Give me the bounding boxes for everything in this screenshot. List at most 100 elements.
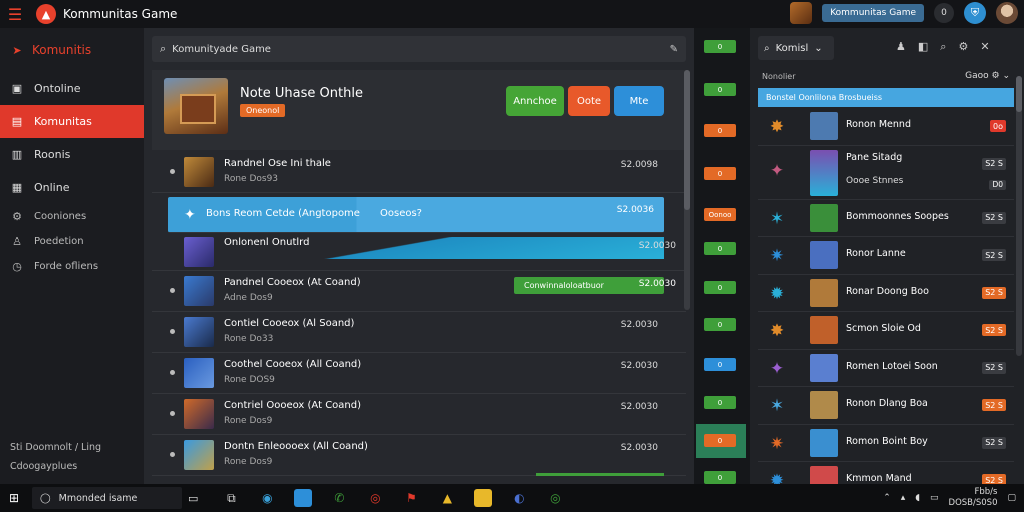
list-item[interactable]: Contiel Cooeox (Al Soand) Rone Do33 S2.0… [152, 312, 686, 353]
sidebar-item-label: Online [34, 181, 70, 194]
user-avatar[interactable] [996, 2, 1018, 24]
sidebar-item-roonis[interactable]: ▥ Roonis [0, 138, 144, 171]
strip-badge[interactable]: 0 [704, 318, 736, 331]
strip-badge[interactable]: 0 [704, 242, 736, 255]
main-scrollbar-thumb[interactable] [684, 70, 690, 210]
clock[interactable]: Fbb/s DOSB/S0S0 [949, 487, 998, 509]
item-badge: S2 S [982, 211, 1006, 224]
right-header-sort[interactable]: Gaoo ⚙ ⌄ [965, 71, 1010, 81]
settings-icon[interactable]: ⚙ [958, 40, 968, 54]
search-bar[interactable]: ⌕ Komunityade Game ✎ [152, 36, 686, 62]
list-item[interactable]: Onlonenl Onutlrd S2.0030 [152, 235, 686, 271]
chrome-icon[interactable]: ◎ [366, 489, 384, 507]
shield-icon[interactable]: ⛨ [964, 2, 986, 24]
item-name: Contriel Oooeox (At Coand) [224, 400, 362, 411]
list-item[interactable]: Contriel Oooeox (At Coand) Rone Dos9 S2.… [152, 394, 686, 435]
widgets-icon[interactable]: ⧉ [222, 489, 240, 507]
search-input[interactable]: Komunityade Game [172, 44, 663, 55]
notification-icon[interactable]: ▢ [1007, 493, 1016, 503]
browser-icon[interactable]: ◉ [258, 489, 276, 507]
right-banner[interactable]: Bonstel Oonlilona Brosbueiss [758, 88, 1014, 107]
store-icon[interactable] [294, 489, 313, 507]
list-item[interactable]: Coothel Cooeox (All Coand) Rone DOS9 S2.… [152, 353, 686, 394]
chevron-down-icon: ⌄ [814, 42, 823, 54]
strip-badge[interactable]: 0 [704, 281, 736, 294]
network-icon[interactable]: ▴ [901, 493, 906, 503]
taskbar-search[interactable]: ◯ Mmonded isame [32, 487, 182, 509]
sidebar-item-label: Roonis [34, 148, 71, 161]
battery-icon[interactable]: ▭ [930, 493, 939, 503]
right-scrollbar[interactable] [1016, 76, 1022, 356]
sidebar-item-online[interactable]: ▦ Online [0, 171, 144, 204]
list-item[interactable]: ✶ Ronon Dlang Boa S2 S [758, 387, 1014, 425]
list-item[interactable]: ✷ Romon Boint Boy S2 S [758, 425, 1014, 462]
pen-icon[interactable]: ✎ [670, 44, 678, 55]
taskbar-apps: ⧉ ◉ ✆ ◎ ⚑ ▲ ◐ ◎ [222, 489, 564, 507]
item-name: Romon Boint Boy [846, 435, 928, 447]
strip-badge[interactable]: 0 [704, 83, 736, 96]
clock-icon: ◷ [12, 260, 22, 273]
list-item[interactable]: ✶ Bommoonnes Soopes S2 S [758, 200, 1014, 237]
item-name: Randnel Ose Ini thale [224, 158, 331, 169]
list-item[interactable]: ✦ Romen Lotoei Soon S2 S [758, 350, 1014, 387]
hamburger-menu-icon[interactable]: ☰ [0, 0, 30, 28]
sidebar-item-ontoline[interactable]: ▣ Ontoline [0, 72, 144, 105]
folder-icon[interactable] [474, 489, 493, 507]
list-item[interactable]: Pandnel Cooeox (At Coand) Adne Dos9 Conw… [152, 271, 686, 312]
close-icon[interactable]: ✕ [980, 40, 989, 54]
sidebar-item-forde-ofliens[interactable]: ◷ Forde ofliens [0, 254, 144, 279]
phone-icon[interactable]: ✆ [330, 489, 348, 507]
list-item[interactable]: ✷ Ronor Lanne S2 S [758, 237, 1014, 275]
taskbar-search-input[interactable]: Mmonded isame [59, 493, 138, 504]
list-item[interactable]: ✸ Scmon Sloie Od S2 S [758, 312, 1014, 350]
photos-icon[interactable]: ▲ [438, 489, 456, 507]
sidebar-item-poedetion[interactable]: ♙ Poedetion [0, 229, 144, 254]
blue-action-button[interactable]: Mte [614, 86, 664, 116]
game-avatar[interactable] [790, 2, 813, 24]
list-item[interactable]: ✹ Ronar Doong Boo S2 S [758, 275, 1014, 312]
windows-start-icon[interactable]: ⊞ [0, 484, 28, 512]
strip-badge[interactable]: 0 [704, 40, 736, 53]
list-item[interactable]: ✸ Ronon Mennd 0o [758, 108, 1014, 146]
list-item-selected[interactable]: ✦ Bons Reom Cetde (Angtopome Ooseos? S2.… [168, 197, 664, 233]
app-logo-icon: ▲ [36, 4, 56, 24]
right-toolbar: ♟ ◧ ⌕ ⚙ ✕ [896, 40, 990, 54]
compass-icon: ➤ [12, 43, 22, 57]
bookmark-icon[interactable]: ◧ [918, 40, 928, 54]
list-item[interactable]: Randnel Ose Ini thale Rone Dos93 S2.0098 [152, 152, 686, 193]
main-scrollbar[interactable] [684, 70, 690, 310]
right-search[interactable]: ⌕ Komisl ⌄ [758, 36, 834, 60]
strip-badge[interactable]: 0 [704, 358, 736, 371]
search-icon[interactable]: ⌕ [940, 40, 946, 54]
item-sub: Oooe Stnnes [846, 175, 904, 186]
sidebar-footer-line2[interactable]: Cdoogayplues [10, 457, 101, 476]
sidebar-footer-line1[interactable]: Sti Doomnolt / Ling [10, 438, 101, 457]
sidebar-item-label: Ontoline [34, 82, 81, 95]
strip-badge[interactable]: 0 [704, 396, 736, 409]
community-pill-button[interactable]: Kommunitas Game [822, 4, 924, 22]
list-item[interactable]: Dontn Enleoooex (All Coand) Rone Dos9 S2… [152, 435, 686, 476]
app-icon[interactable]: ⚑ [402, 489, 420, 507]
strip-badge[interactable]: Oonoo [704, 208, 736, 221]
sidebar-brand[interactable]: ➤ Komunitis [0, 28, 144, 72]
right-scrollbar-thumb[interactable] [1016, 76, 1022, 112]
app-title: Kommunitas Game [63, 7, 178, 21]
volume-icon[interactable]: ◖ [915, 493, 920, 503]
chevron-up-icon[interactable]: ⌃ [883, 493, 891, 503]
chrome-icon[interactable]: ◎ [546, 489, 564, 507]
list-item[interactable]: ✦ Pane Sitadg Oooe Stnnes S2 S D0 [758, 146, 1014, 200]
right-search-input[interactable]: Komisl [776, 43, 809, 54]
sidebar-brand-label: Komunitis [32, 43, 92, 57]
notification-count[interactable]: 0 [934, 3, 954, 23]
sidebar-item-cooniones[interactable]: ⚙ Cooniones [0, 204, 144, 229]
strip-badge[interactable]: 0 [704, 471, 736, 484]
orange-action-button[interactable]: Oote [568, 86, 610, 116]
edge-icon[interactable]: ◐ [510, 489, 528, 507]
task-view-icon[interactable]: ▭ [188, 492, 198, 505]
strip-badge[interactable]: 0 [704, 167, 736, 180]
green-action-button[interactable]: Annchoe [506, 86, 564, 116]
sidebar-item-komunitas[interactable]: ▤ Komunitas [0, 105, 144, 138]
person-icon[interactable]: ♟ [896, 40, 906, 54]
strip-badge[interactable]: 0 [704, 434, 736, 447]
strip-badge[interactable]: 0 [704, 124, 736, 137]
